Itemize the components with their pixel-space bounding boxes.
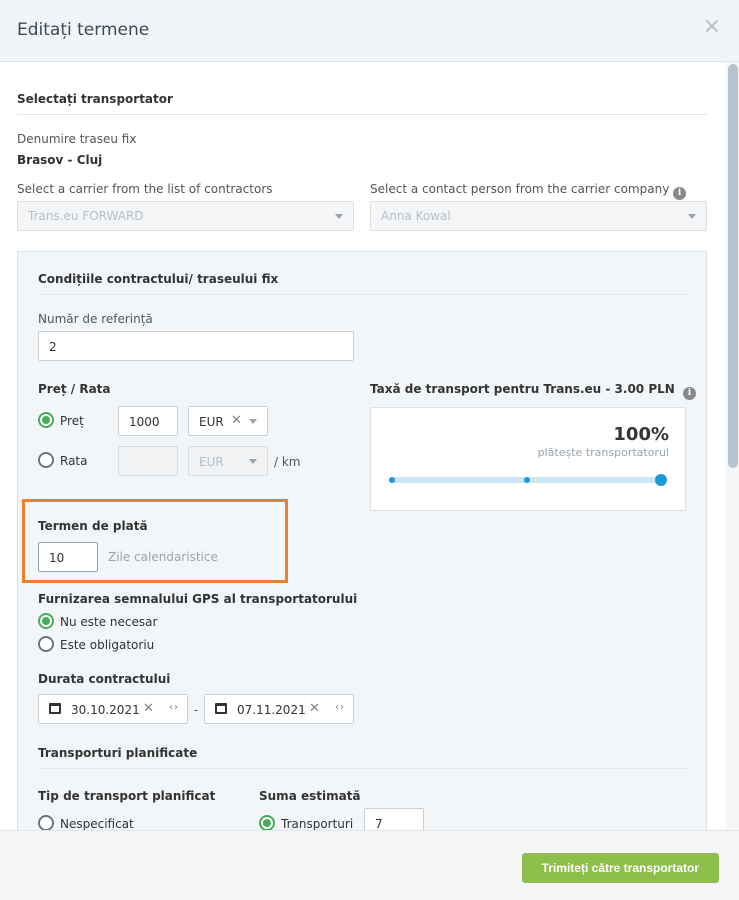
reference-input[interactable]: 2: [38, 331, 354, 361]
carrier-select[interactable]: Trans.eu FORWARD: [17, 201, 354, 231]
planned-type-radio[interactable]: [38, 815, 54, 830]
fee-label: Taxă de transport pentru Trans.eu - 3.00…: [370, 382, 675, 396]
date-separator: -: [194, 703, 199, 717]
fee-percent: 100%: [613, 424, 669, 445]
carrier-select-value: Trans.eu FORWARD: [28, 209, 144, 223]
carrier-select-label: Select a carrier from the list of contra…: [17, 182, 273, 196]
clear-icon[interactable]: ✕: [231, 413, 242, 428]
contact-select-value: Anna Kowal: [381, 209, 451, 223]
route-value: Brasov - Cluj: [17, 153, 103, 167]
rate-currency-select[interactable]: EUR: [188, 446, 268, 476]
estimated-radio[interactable]: [259, 815, 275, 830]
date-from-value: 30.10.2021: [71, 703, 140, 717]
clear-icon[interactable]: ✕: [309, 701, 320, 716]
fee-slider-handle[interactable]: [655, 474, 667, 486]
contract-title: Condițiile contractului/ traseului fix: [38, 272, 279, 286]
modal-body: Selectați transportator Denumire traseu …: [0, 62, 739, 830]
modal-footer: Trimiteți către transportator: [0, 830, 739, 900]
scrollbar[interactable]: [726, 62, 739, 830]
calendar-icon[interactable]: [215, 703, 227, 714]
price-currency-value: EUR: [199, 415, 224, 429]
planned-type-label: Tip de transport planificat: [38, 789, 216, 803]
gps-required-radio[interactable]: [38, 636, 54, 652]
route-label: Denumire traseu fix: [17, 132, 137, 146]
rate-unit: / km: [274, 455, 301, 469]
duration-label: Durata contractului: [38, 672, 171, 686]
payment-term-input[interactable]: 10: [38, 542, 98, 572]
info-icon[interactable]: i: [673, 187, 687, 200]
price-currency-select[interactable]: EUR ✕: [188, 406, 268, 436]
divider: [38, 294, 686, 295]
estimated-input[interactable]: 7: [364, 808, 424, 830]
gps-required-label: Este obligatoriu: [60, 638, 155, 652]
payment-term-label: Termen de plată: [38, 519, 148, 533]
reference-label: Număr de referință: [38, 312, 153, 326]
contact-select-label: Select a contact person from the carrier…: [370, 182, 687, 200]
planned-title: Transporturi planificate: [38, 746, 198, 760]
info-icon[interactable]: i: [683, 387, 697, 400]
gps-not-required-radio[interactable]: [38, 613, 54, 629]
date-to-input[interactable]: 07.11.2021 ✕ ‹›: [204, 694, 354, 724]
carrier-section-title: Selectați transportator: [17, 92, 173, 106]
arrows-icon[interactable]: ‹›: [169, 702, 179, 713]
chevron-down-icon: [249, 419, 257, 424]
price-input[interactable]: 1000: [118, 406, 178, 436]
close-icon[interactable]: ×: [703, 16, 721, 38]
price-option-label: Preț: [60, 414, 84, 428]
contact-select[interactable]: Anna Kowal: [370, 201, 707, 231]
chevron-down-icon: [335, 214, 343, 219]
arrows-icon[interactable]: ‹›: [335, 702, 345, 713]
scrollbar-thumb[interactable]: [728, 64, 738, 468]
gps-label: Furnizarea semnalului GPS al transportat…: [38, 592, 358, 606]
gps-not-required-label: Nu este necesar: [60, 615, 158, 629]
calendar-icon[interactable]: [49, 703, 61, 714]
contract-panel: Condițiile contractului/ traseului fix N…: [17, 251, 707, 830]
price-radio[interactable]: [38, 412, 54, 428]
price-label: Preț / Rata: [38, 382, 111, 396]
rate-radio[interactable]: [38, 452, 54, 468]
modal-title: Editați termene: [17, 20, 150, 40]
planned-type-option: Nespecificat: [60, 817, 134, 830]
estimated-option: Transporturi: [281, 817, 354, 830]
chevron-down-icon: [688, 214, 696, 219]
rate-currency-value: EUR: [199, 455, 224, 469]
date-to-value: 07.11.2021: [237, 703, 306, 717]
contact-select-label-text: Select a contact person from the carrier…: [370, 182, 670, 196]
date-from-input[interactable]: 30.10.2021 ✕ ‹›: [38, 694, 188, 724]
clear-icon[interactable]: ✕: [143, 701, 154, 716]
rate-option-label: Rata: [60, 454, 88, 468]
submit-button[interactable]: Trimiteți către transportator: [521, 853, 719, 883]
rate-input[interactable]: [118, 446, 178, 476]
estimated-label: Suma estimată: [259, 789, 361, 803]
fee-payer: plătește transportatorul: [537, 446, 669, 459]
chevron-down-icon: [249, 459, 257, 464]
fee-box: 100% plătește transportatorul: [370, 407, 686, 511]
fee-label-row: Taxă de transport pentru Trans.eu - 3.00…: [370, 382, 697, 400]
slider-stop: [524, 477, 530, 483]
modal-header: Editați termene ×: [0, 0, 739, 62]
divider: [38, 768, 686, 769]
payment-term-unit: Zile calendaristice: [108, 550, 218, 564]
divider: [17, 114, 707, 115]
slider-stop: [389, 477, 395, 483]
